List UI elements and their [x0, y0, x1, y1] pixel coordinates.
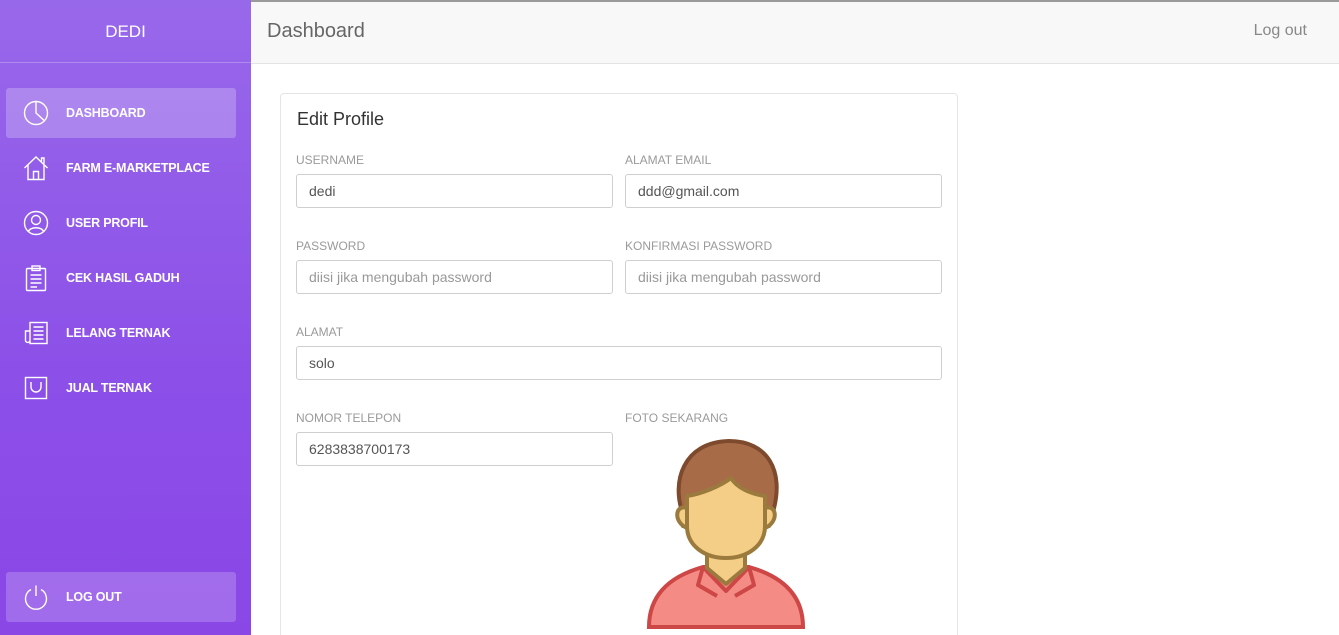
user-icon [22, 209, 50, 237]
sidebar-item-farm-e-marketplace[interactable]: FARM E-MARKETPLACE [6, 143, 236, 193]
logout-link[interactable]: Log out [1254, 22, 1307, 40]
home-icon [22, 154, 50, 182]
sidebar-brand: DEDI [0, 0, 251, 63]
sidebar-item-label: USER PROFIL [66, 216, 148, 230]
sidebar-logout-label: LOG OUT [66, 590, 122, 604]
phone-input[interactable] [296, 432, 613, 466]
photo-label: FOTO SEKARANG [625, 411, 729, 425]
sidebar-item-dashboard[interactable]: DASHBOARD [6, 88, 236, 138]
email-label: ALAMAT EMAIL [625, 153, 712, 167]
sidebar: DEDI DASHBOARD FARM E-MARKETPLACE USER P… [0, 0, 251, 635]
card-title: Edit Profile [297, 109, 385, 129]
edit-profile-card: Edit Profile USERNAME ALAMAT EMAIL PASSW… [280, 93, 958, 635]
password-label: PASSWORD [296, 239, 366, 253]
address-input[interactable] [296, 346, 942, 380]
sidebar-item-user-profil[interactable]: USER PROFIL [6, 198, 236, 248]
sidebar-item-label: DASHBOARD [66, 106, 146, 120]
power-icon [22, 583, 50, 611]
sidebar-item-label: FARM E-MARKETPLACE [66, 161, 210, 175]
sidebar-item-lelang-ternak[interactable]: LELANG TERNAK [6, 308, 236, 358]
password-input[interactable] [296, 260, 613, 294]
top-navbar: Dashboard Log out [251, 0, 1339, 64]
username-input[interactable] [296, 174, 613, 208]
sidebar-item-jual-ternak[interactable]: JUAL TERNAK [6, 363, 236, 413]
email-input[interactable] [625, 174, 942, 208]
clipboard-icon [22, 264, 50, 292]
pie-chart-icon [22, 99, 50, 127]
sidebar-nav: DASHBOARD FARM E-MARKETPLACE USER PROFIL… [0, 88, 251, 413]
sidebar-item-cek-hasil-gaduh[interactable]: CEK HASIL GADUH [6, 253, 236, 303]
sidebar-item-label: CEK HASIL GADUH [66, 271, 180, 285]
phone-label: NOMOR TELEPON [296, 411, 402, 425]
bag-icon [22, 374, 50, 402]
avatar-image [646, 439, 806, 629]
newspaper-icon [22, 319, 50, 347]
sidebar-item-label: LELANG TERNAK [66, 326, 171, 340]
page-title: Dashboard [267, 20, 365, 42]
sidebar-logout-button[interactable]: LOG OUT [6, 572, 236, 622]
address-label: ALAMAT [296, 325, 344, 339]
username-label: USERNAME [296, 153, 365, 167]
sidebar-item-label: JUAL TERNAK [66, 381, 152, 395]
confirm-password-label: KONFIRMASI PASSWORD [625, 239, 773, 253]
confirm-password-input[interactable] [625, 260, 942, 294]
